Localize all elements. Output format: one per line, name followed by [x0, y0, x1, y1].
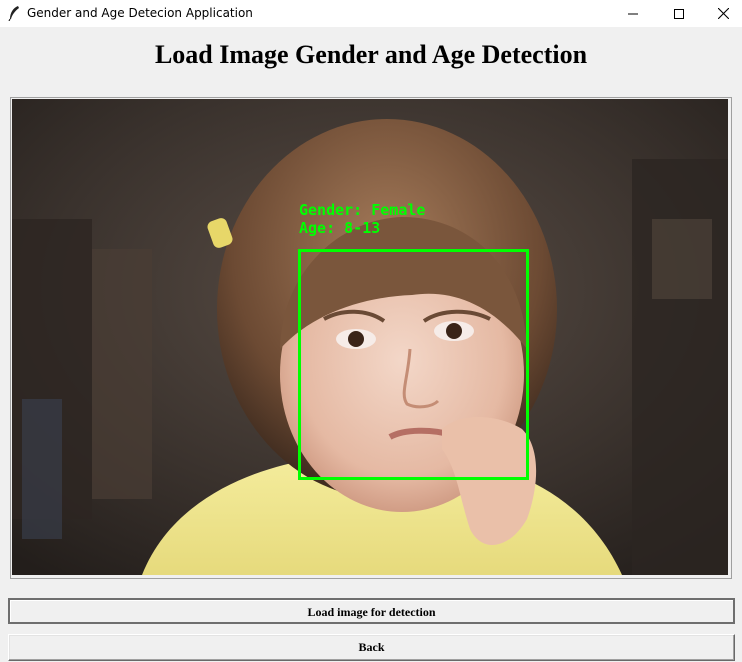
age-label: Age: 8-13 — [299, 219, 381, 237]
maximize-button[interactable] — [656, 0, 702, 27]
close-button[interactable] — [700, 0, 742, 27]
window-title: Gender and Age Detecion Application — [27, 6, 253, 20]
window-titlebar: Gender and Age Detecion Application — [0, 0, 742, 27]
minimize-button[interactable] — [610, 0, 656, 27]
maximize-icon — [674, 8, 684, 19]
load-image-button[interactable]: Load image for detection — [8, 598, 735, 624]
gender-label: Gender: Female — [299, 201, 426, 219]
back-button[interactable]: Back — [8, 634, 735, 661]
minimize-icon — [628, 13, 638, 14]
face-detection-box — [298, 249, 529, 480]
feather-icon — [8, 6, 19, 21]
page-title: Load Image Gender and Age Detection — [154, 40, 588, 69]
close-icon — [717, 8, 729, 19]
